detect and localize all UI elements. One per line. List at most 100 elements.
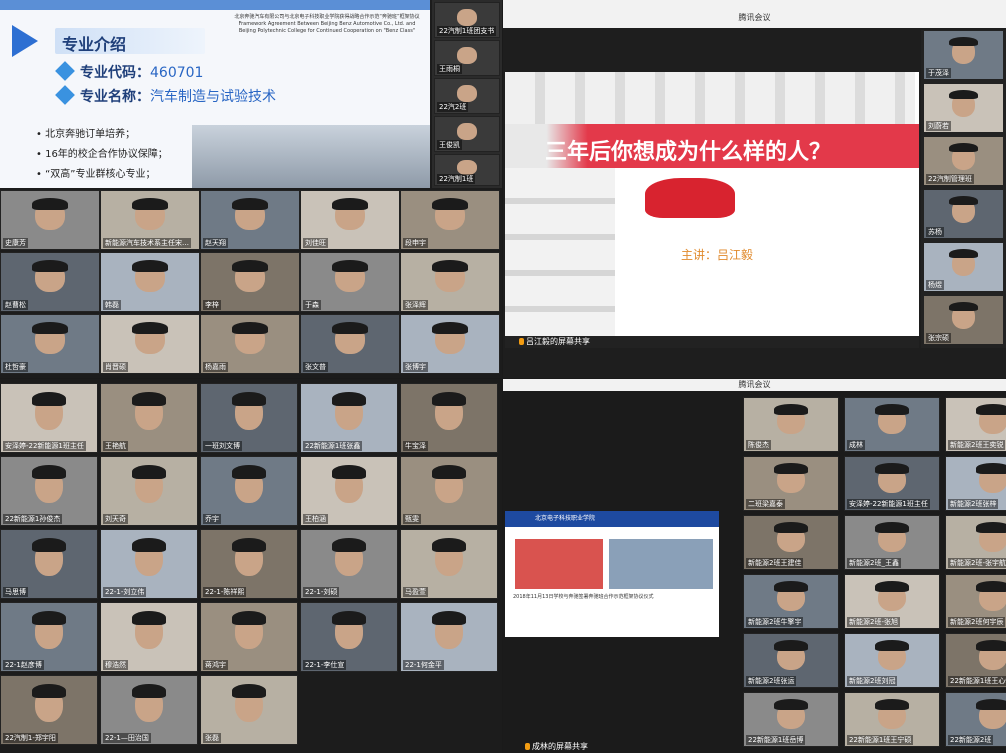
video-tile[interactable]: 22-1—田治国 [100,675,198,745]
hair [875,404,909,415]
video-tile[interactable]: 王艳航 [100,383,198,453]
hair [976,404,1006,415]
tile-name: 苏杨 [926,227,944,237]
video-tile[interactable]: 新能源2班刘冠 [844,633,940,688]
meeting-panel-bottom-right: 腾讯会议 北京电子科技职业学院 2018年11月13日学校与奔驰签署奔驰班合作示… [503,379,1006,753]
video-tile[interactable]: 陈俊杰 [743,397,839,452]
window-title: 腾讯会议 [503,379,1006,391]
code-label: 专业代码： [80,65,150,81]
video-tile[interactable]: 22新能源1班张鑫 [300,383,398,453]
video-tile[interactable]: 新能源2班王建佳 [743,515,839,570]
video-tile[interactable]: 张宗硕 [923,295,1004,345]
video-tile[interactable]: 22汽2班 [434,78,500,114]
video-tile[interactable]: 成林 [844,397,940,452]
video-tile[interactable]: 22-1-刘硕 [300,529,398,599]
video-tile[interactable]: 杨煜 [923,242,1004,292]
tile-name: 新能源2班王建佳 [746,558,804,568]
video-tile[interactable]: 22新能源1班王心怡 [945,633,1006,688]
side-video-strip: 22汽制1班团支书 王雨桐 22汽2班 王俊凯 22汽制1班 [432,0,502,188]
video-tile[interactable]: 张文普 [300,314,400,374]
video-tile[interactable]: 22汽制1班 [434,154,500,186]
video-tile[interactable]: 段申宇 [400,190,500,250]
video-tile[interactable]: 于茂泽 [923,30,1004,80]
video-tile[interactable]: 穆浩然 [100,602,198,672]
hair [331,392,367,406]
video-tile[interactable]: 22-1何金平 [400,602,498,672]
meeting-panel-bottom-left: 安泽婷-22新能源1班主任 王艳航 一班刘文博 22新能源1班张鑫 牛宝泽 22新能源1孙… [0,379,502,753]
video-tile[interactable]: 22新能源2班 [945,692,1006,747]
tile-name: 穆浩然 [103,660,128,670]
speaker-label: 主讲：吕江毅 [681,248,754,262]
tile-name: 新能源2班刘冠 [847,676,898,686]
video-tile[interactable]: 赵天翔 [200,190,300,250]
video-tile[interactable]: 乔宇 [200,456,298,526]
video-tile[interactable]: 马思博 [0,529,98,599]
video-tile[interactable]: 安泽婷-22新能源1班主任 [844,456,940,511]
major-code-row: 专业代码：460701 [80,62,203,82]
video-tile[interactable]: 刘佳旺 [300,190,400,250]
video-tile[interactable]: 张磊 [200,675,298,745]
video-tile[interactable]: 22-1-刘立伟 [100,529,198,599]
video-tile[interactable]: 史康芳 [0,190,100,250]
video-tile[interactable]: 22-1赵彦博 [0,602,98,672]
video-tile[interactable]: 新能源2班何宇辰 [945,574,1006,629]
tile-name: 史康芳 [3,238,28,248]
video-tile[interactable]: 甄雯 [400,456,498,526]
hair [976,699,1006,710]
video-tile[interactable]: 新能源2班张梓 [945,456,1006,511]
video-tile[interactable]: 新能源2班牛擎宇 [743,574,839,629]
video-tile[interactable]: 马盈萱 [400,529,498,599]
video-tile[interactable]: 安泽婷-22新能源1班主任 [0,383,98,453]
video-tile[interactable]: 杜哲豪 [0,314,100,374]
tile-name: 22-1-刘硕 [303,587,340,597]
video-tile[interactable]: 苏杨 [923,189,1004,239]
tile-name: 新能源2班王奕锐 [948,440,1006,450]
video-tile[interactable]: 韩磊 [100,252,200,312]
video-tile[interactable]: 李梓 [200,252,300,312]
hair [432,259,468,272]
video-tile[interactable]: 新能源2班张运 [743,633,839,688]
hair [232,197,268,210]
video-tile[interactable]: 王俊凯 [434,116,500,152]
tile-name: 张文普 [303,362,328,372]
video-tile[interactable]: 刘蔚若 [923,83,1004,133]
mic-icon [525,743,530,750]
hair [976,463,1006,474]
video-tile[interactable]: 新能源汽车技术系主任宋… [100,190,200,250]
video-tile[interactable]: 22汽制1-郑宇阳 [0,675,98,745]
video-tile[interactable]: 刘天奇 [100,456,198,526]
video-tile[interactable]: 新能源2班-张宇航 [945,515,1006,570]
tile-name: 杜哲豪 [3,362,28,372]
video-tile[interactable]: 22新能源1班岳博 [743,692,839,747]
video-tile[interactable]: 22新能源1孙俊杰 [0,456,98,526]
video-tile[interactable]: 张博宇 [400,314,500,374]
video-tile[interactable]: 22新能源1班王宁硕 [844,692,940,747]
tile-name: 安泽婷-22新能源1班主任 [847,499,930,509]
hair [331,465,367,479]
video-tile[interactable]: 杨嘉雨 [200,314,300,374]
tile-name: 王柏涵 [303,514,328,524]
video-tile[interactable]: 新能源2班-张旭 [844,574,940,629]
video-tile[interactable]: 22-1-陈祥熙 [200,529,298,599]
video-tile[interactable]: 王雨桐 [434,40,500,76]
hair [432,321,468,334]
slide-title: 三年后你想成为什么样的人？ [545,140,832,165]
video-tile[interactable]: 牛宝泽 [400,383,498,453]
video-tile[interactable]: 张泽辉 [400,252,500,312]
video-tile[interactable]: 新能源2班_王鑫 [844,515,940,570]
video-tile[interactable]: 22汽制1班团支书 [434,2,500,38]
hair [131,392,167,406]
video-tile[interactable]: 二班梁嘉泰 [743,456,839,511]
tile-name: 刘天奇 [103,514,128,524]
tile-name: 22新能源1班王宁硕 [847,735,914,745]
video-tile[interactable]: 蒋鸿宇 [200,602,298,672]
video-tile[interactable]: 于森 [300,252,400,312]
video-tile[interactable]: 22汽制管理班 [923,136,1004,186]
video-tile[interactable]: 王柏涵 [300,456,398,526]
video-tile[interactable]: 赵曹松 [0,252,100,312]
video-tile[interactable]: 新能源2班王奕锐 [945,397,1006,452]
video-tile[interactable]: 一班刘文博 [200,383,298,453]
hair [132,321,168,334]
video-tile[interactable]: 肖晋硕 [100,314,200,374]
video-tile[interactable]: 22-1-李仕宣 [300,602,398,672]
